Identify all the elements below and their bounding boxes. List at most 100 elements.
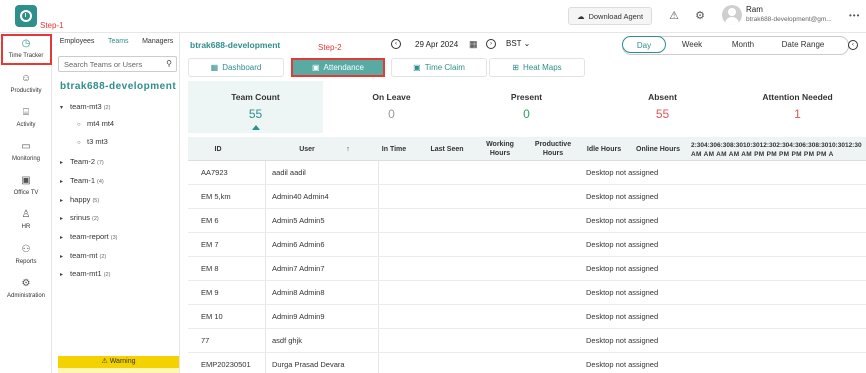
tree-item-t3[interactable]: ○ t3 mt3 (77, 137, 108, 146)
cell-status: Desktop not assigned (586, 240, 659, 249)
sort-arrow-icon[interactable]: ↑ (342, 137, 354, 161)
col-idle-hours[interactable]: Idle Hours (584, 137, 624, 161)
table-row[interactable]: 77 asdf ghjk Desktop not assigned (188, 329, 866, 353)
nav-item-administration[interactable]: ⚙ Administration (0, 278, 52, 299)
timeline-ampm: AM AM AM AM AM PM PM PM PM PM PM A (691, 151, 834, 158)
tab-teams[interactable]: Teams (108, 38, 129, 52)
tree-item-label: srinus (70, 213, 91, 222)
tab-time-claim[interactable]: ▣ Time Claim (391, 58, 487, 77)
chevron-right-icon[interactable]: ▸ (60, 178, 70, 185)
team-search-input[interactable]: Search Teams or Users ⚲ (58, 56, 177, 72)
warning-banner: ⚠ Warning (58, 356, 179, 368)
col-productive-hours[interactable]: Productive Hours (528, 137, 578, 161)
chevron-right-icon[interactable]: ▸ (60, 271, 70, 278)
table-row[interactable]: EM 10 Admin9 Admin9 Desktop not assigned (188, 305, 866, 329)
cell-user[interactable]: Admin7 Admin7 (272, 257, 325, 281)
tree-item-team-mt1[interactable]: ▸ team-mt1 (2) (60, 269, 110, 278)
cell-user[interactable]: Admin40 Admin4 (272, 185, 329, 209)
tree-item-mt4[interactable]: ○ mt4 mt4 (77, 119, 114, 128)
warning-icon[interactable]: ⚠ (667, 9, 681, 23)
prev-date-button[interactable]: ‹ (391, 39, 401, 49)
table-row[interactable]: EM 9 Admin8 Admin8 Desktop not assigned (188, 281, 866, 305)
range-day[interactable]: Day (622, 36, 666, 53)
cell-status: Desktop not assigned (586, 312, 659, 321)
col-in-time[interactable]: In Time (374, 137, 414, 161)
col-user[interactable]: User (272, 137, 342, 161)
app-logo[interactable] (15, 5, 37, 27)
nav-item-productivity[interactable]: ☺ Productivity (0, 73, 52, 94)
table-row[interactable]: EM 6 Admin5 Admin5 Desktop not assigned (188, 209, 866, 233)
settings-gear-icon[interactable]: ⚙ (693, 9, 707, 23)
col-last-seen[interactable]: Last Seen (428, 137, 466, 161)
nav-item-activity[interactable]: ⌸ Activity (0, 107, 52, 128)
col-working-hours[interactable]: Working Hours (476, 137, 524, 161)
tree-item-srinus[interactable]: ▸ srinus (2) (60, 213, 99, 222)
cell-user[interactable]: Admin6 Admin6 (272, 233, 325, 257)
table-row[interactable]: EMP20230501 Durga Prasad Devara Desktop … (188, 353, 866, 373)
nav-item-office-tv[interactable]: ▣ Office TV (0, 175, 52, 196)
search-icon[interactable]: ⚲ (166, 59, 172, 68)
download-agent-label: Download Agent (588, 11, 644, 21)
stat-attention-needed[interactable]: Attention Needed 1 (730, 81, 865, 133)
nav-label: Office TV (13, 190, 39, 196)
stat-label: Attention Needed (762, 92, 833, 102)
collapse-left-icon[interactable]: ‹ (848, 40, 858, 50)
date-display[interactable]: 29 Apr 2024 (415, 40, 458, 49)
stat-present[interactable]: Present 0 (459, 81, 594, 133)
nav-item-hr[interactable]: ♙ HR (0, 209, 52, 230)
circle-bullet-icon: ○ (77, 140, 81, 146)
next-date-button[interactable]: › (486, 39, 496, 49)
table-row[interactable]: AA7923 aadil aadil Desktop not assigned (188, 161, 866, 185)
table-row[interactable]: EM 8 Admin7 Admin7 Desktop not assigned (188, 257, 866, 281)
range-month[interactable]: Month (722, 36, 764, 53)
timezone-select[interactable]: BST ⌄ (506, 39, 530, 48)
cell-user[interactable]: Durga Prasad Devara (272, 353, 345, 373)
tree-item-team-mt3[interactable]: ▾ team-mt3 (2) (60, 102, 110, 111)
stat-value: 1 (794, 107, 801, 121)
cell-user[interactable]: Admin9 Admin9 (272, 305, 325, 329)
col-online-hours[interactable]: Online Hours (636, 137, 680, 161)
nav-item-reports[interactable]: ⚇ Reports (0, 244, 52, 265)
chevron-down-icon[interactable]: ▾ (60, 104, 70, 111)
clock-icon: ◷ (21, 38, 31, 49)
cell-user[interactable]: asdf ghjk (272, 329, 302, 353)
tab-attendance[interactable]: ▣ Attendance (291, 58, 385, 77)
stat-value: 0 (388, 107, 395, 121)
stat-team-count[interactable]: Team Count 55 (188, 81, 323, 133)
tree-item-team-2[interactable]: ▸ Team-2 (7) (60, 157, 104, 166)
tree-item-label: t3 mt3 (87, 137, 108, 146)
chevron-right-icon[interactable]: ▸ (60, 253, 70, 260)
person-icon: ♙ (21, 209, 31, 220)
col-id[interactable]: ID (188, 137, 248, 161)
tree-item-label: team-mt1 (70, 269, 102, 278)
cell-user[interactable]: Admin8 Admin8 (272, 281, 325, 305)
org-name[interactable]: btrak688-development (60, 81, 176, 92)
stat-on-leave[interactable]: On Leave 0 (324, 81, 459, 133)
calendar-icon[interactable]: ▦ (469, 39, 478, 50)
more-options-icon[interactable]: ••• (849, 11, 860, 20)
user-avatar[interactable] (722, 5, 742, 25)
tab-dashboard[interactable]: ▦ Dashboard (188, 58, 284, 77)
cell-user[interactable]: aadil aadil (272, 161, 306, 185)
table-row[interactable]: EM 7 Admin6 Admin6 Desktop not assigned (188, 233, 866, 257)
table-row[interactable]: EM 5,km Admin40 Admin4 Desktop not assig… (188, 185, 866, 209)
tree-item-team-mt[interactable]: ▸ team-mt (2) (60, 251, 106, 260)
nav-item-monitoring[interactable]: ▭ Monitoring (0, 141, 52, 162)
chevron-right-icon[interactable]: ▸ (60, 234, 70, 241)
tree-item-team-1[interactable]: ▸ Team-1 (4) (60, 176, 104, 185)
nav-item-time-tracker-content[interactable]: ◷ Time Tracker (0, 38, 52, 59)
tree-item-team-report[interactable]: ▸ team-report (3) (60, 232, 118, 241)
stat-absent[interactable]: Absent 55 (595, 81, 730, 133)
tree-item-happy[interactable]: ▸ happy (5) (60, 195, 99, 204)
range-date-range[interactable]: Date Range (772, 36, 834, 53)
nav-label: Activity (16, 122, 36, 128)
chevron-right-icon[interactable]: ▸ (60, 197, 70, 204)
tab-employees[interactable]: Employees (60, 38, 95, 52)
chevron-right-icon[interactable]: ▸ (60, 159, 70, 166)
tab-managers[interactable]: Managers (142, 38, 173, 52)
range-week[interactable]: Week (672, 36, 712, 53)
download-agent-button[interactable]: ☁ Download Agent (568, 7, 652, 25)
cell-user[interactable]: Admin5 Admin5 (272, 209, 325, 233)
tab-heat-maps[interactable]: ⊞ Heat Maps (489, 58, 585, 77)
chevron-right-icon[interactable]: ▸ (60, 215, 70, 222)
